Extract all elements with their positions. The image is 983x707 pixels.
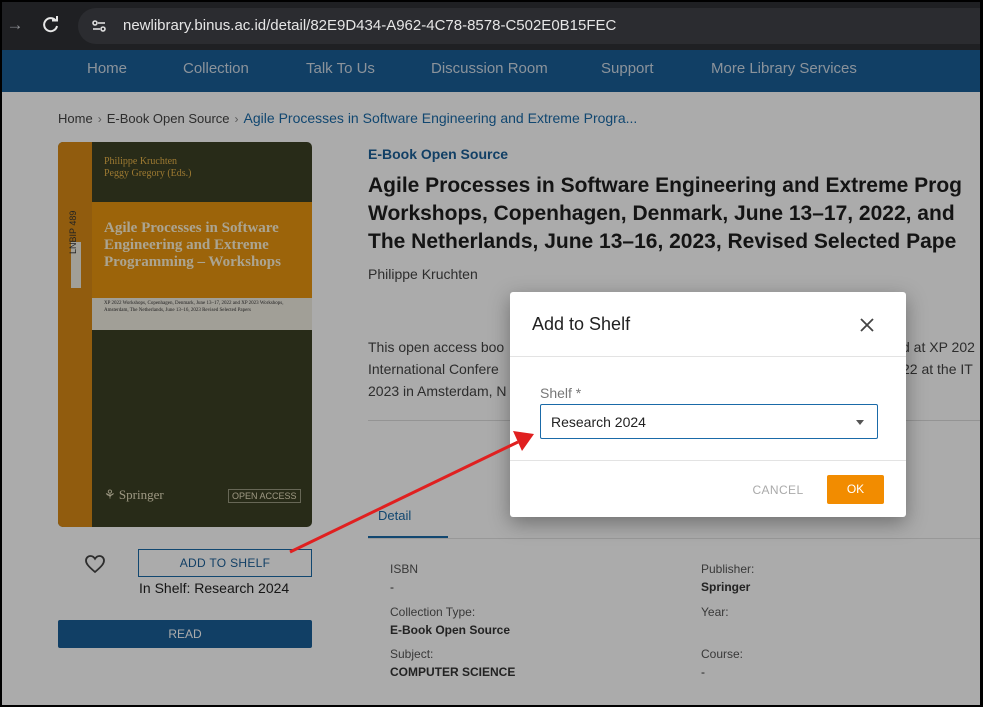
screenshot-frame: → newlibrary.binus.ac.id/detail/82E9D434… [2,2,980,705]
ok-button[interactable]: OK [827,475,884,504]
site-info-icon[interactable] [88,15,110,37]
forward-icon[interactable]: → [4,14,26,36]
dialog-title: Add to Shelf [532,314,631,334]
browser-toolbar: → newlibrary.binus.ac.id/detail/82E9D434… [2,2,980,50]
shelf-field-label: Shelf * [540,385,582,401]
shelf-select[interactable]: Research 2024 [540,404,878,439]
shelf-select-value[interactable]: Research 2024 [551,414,646,430]
cancel-button[interactable]: CANCEL [740,476,816,504]
close-icon[interactable] [856,314,878,336]
address-bar[interactable]: newlibrary.binus.ac.id/detail/82E9D434-A… [78,8,980,44]
chevron-down-icon[interactable] [856,420,864,425]
url-text[interactable]: newlibrary.binus.ac.id/detail/82E9D434-A… [123,17,616,34]
reload-icon[interactable] [40,14,62,36]
add-to-shelf-dialog: Add to Shelf Shelf * Research 2024 CANCE… [510,292,906,517]
